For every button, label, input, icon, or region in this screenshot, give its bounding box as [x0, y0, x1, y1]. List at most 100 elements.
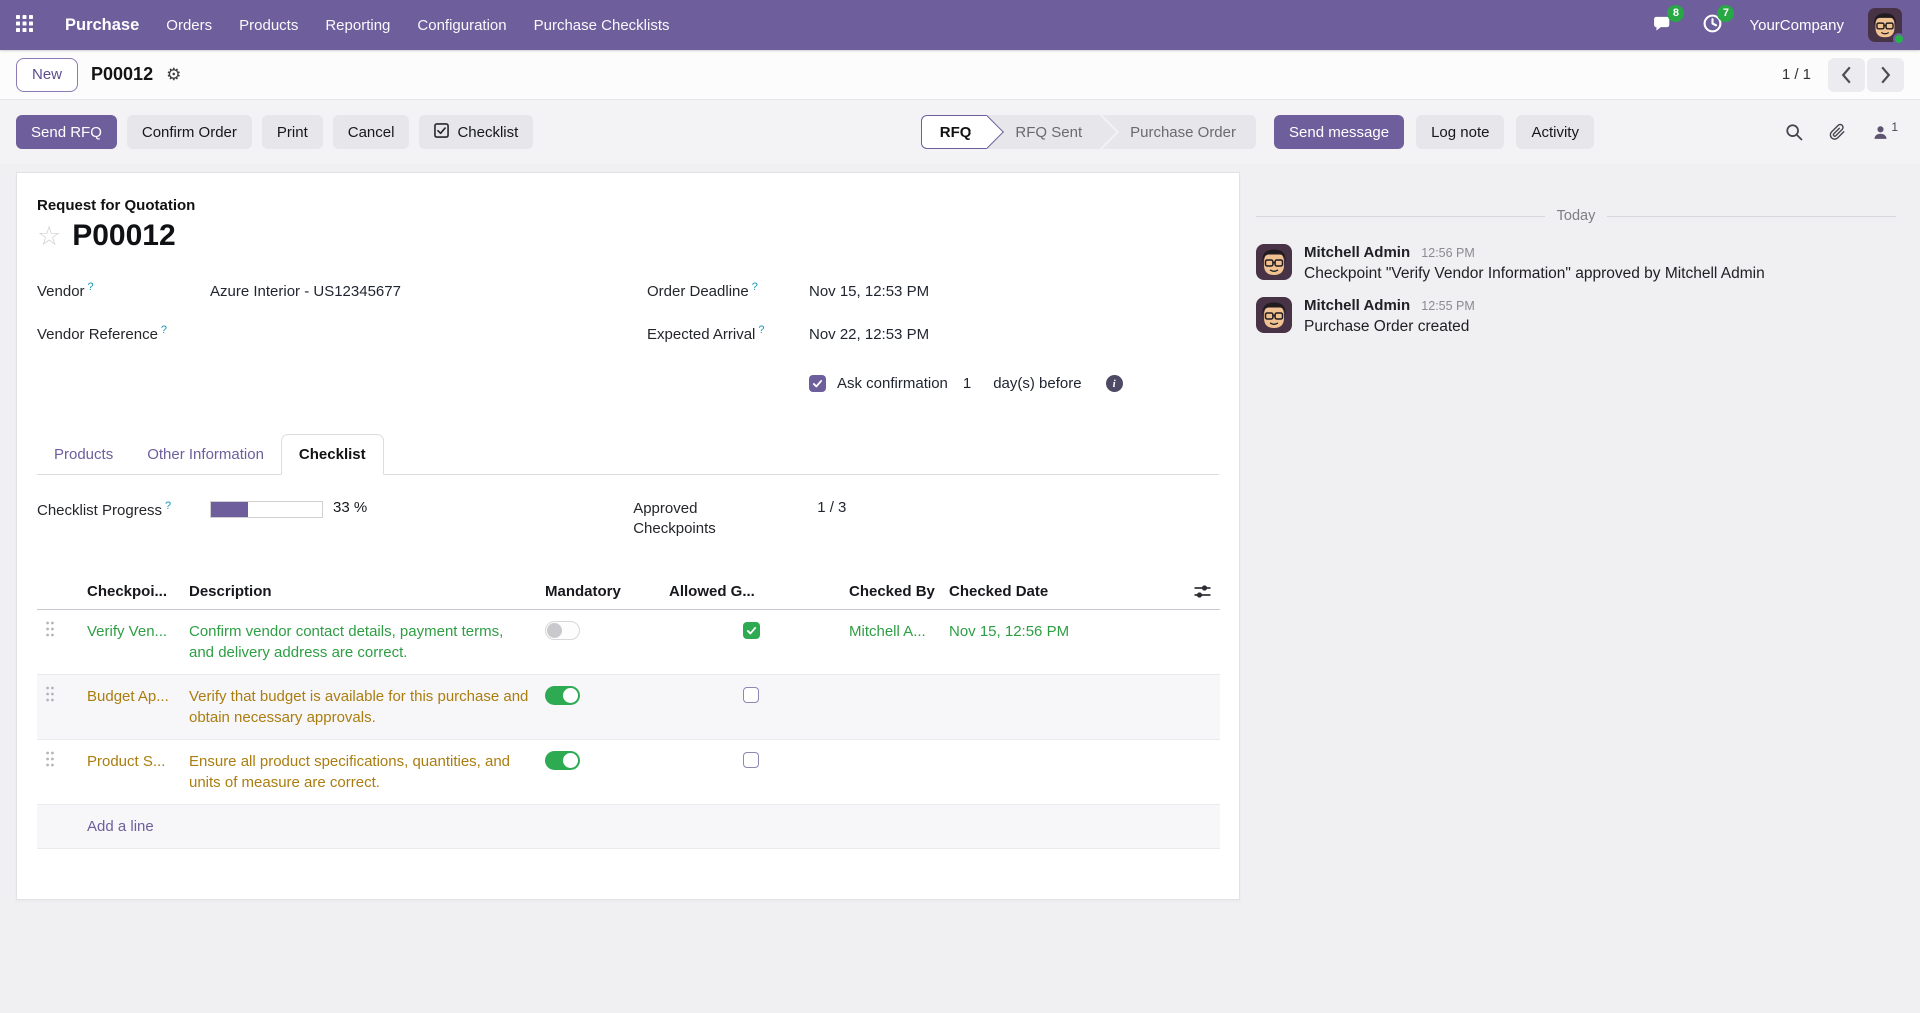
- checkpoint-description-cell[interactable]: Confirm vendor contact details, payment …: [181, 609, 537, 674]
- expected-arrival-value[interactable]: Nov 22, 12:53 PM: [809, 326, 929, 343]
- pager-next-button[interactable]: [1867, 58, 1904, 92]
- mandatory-toggle-on[interactable]: [545, 751, 580, 770]
- document-type-label: Request for Quotation: [37, 197, 1219, 214]
- checklist-button-label: Checklist: [457, 124, 518, 141]
- chatter-message: Mitchell Admin 12:55 PM Purchase Order c…: [1256, 297, 1896, 336]
- allowed-group-checkbox-empty[interactable]: [743, 752, 759, 768]
- field-vendor-reference: Vendor Reference?: [37, 324, 627, 348]
- notebook-tabs: Products Other Information Checklist: [37, 434, 1219, 475]
- activities-button[interactable]: 7: [1699, 12, 1725, 38]
- cancel-button[interactable]: Cancel: [333, 115, 410, 149]
- followers-button[interactable]: 1: [1872, 124, 1898, 141]
- optional-columns-button[interactable]: [1193, 584, 1212, 599]
- search-icon: [1785, 123, 1803, 141]
- menu-orders[interactable]: Orders: [166, 17, 212, 34]
- tab-other-information[interactable]: Other Information: [130, 434, 281, 474]
- favorite-star-icon[interactable]: ☆: [37, 223, 61, 250]
- chatter-panel: Today Mitchell Admin 12:56 PM Checkpoint…: [1240, 172, 1904, 336]
- menu-purchase-checklists[interactable]: Purchase Checklists: [534, 17, 670, 34]
- chevron-right-icon: [1880, 66, 1891, 84]
- approved-checkpoints-label: Approved Checkpoints: [633, 499, 755, 540]
- record-title[interactable]: P00012: [72, 219, 175, 253]
- print-button[interactable]: Print: [262, 115, 323, 149]
- checkpoint-name-cell[interactable]: Product S...: [79, 739, 181, 804]
- ask-confirmation-checkbox[interactable]: [809, 375, 826, 392]
- menu-reporting[interactable]: Reporting: [325, 17, 390, 34]
- checklist-row-budget-approval: Budget Ap... Verify that budget is avail…: [37, 674, 1220, 739]
- checkpoint-description-cell[interactable]: Ensure all product specifications, quant…: [181, 739, 537, 804]
- allowed-group-checkbox-empty[interactable]: [743, 687, 759, 703]
- control-panel: Send RFQ Confirm Order Print Cancel Chec…: [0, 100, 1920, 164]
- column-allowed-group[interactable]: Allowed G...: [661, 574, 841, 610]
- column-checkpoint[interactable]: Checkpoi...: [79, 574, 181, 610]
- field-order-deadline: Order Deadline? Nov 15, 12:53 PM: [647, 281, 1219, 305]
- checked-date-cell: Nov 15, 12:56 PM: [941, 609, 1111, 674]
- add-a-line-link[interactable]: Add a line: [79, 804, 1220, 848]
- app-brand[interactable]: Purchase: [65, 16, 139, 35]
- send-message-button[interactable]: Send message: [1274, 115, 1404, 149]
- drag-handle[interactable]: [45, 689, 55, 706]
- actions-gear-icon[interactable]: ⚙: [166, 66, 181, 83]
- sliders-icon: [1193, 584, 1212, 599]
- help-marker: ?: [758, 324, 764, 336]
- message-body: Purchase Order created: [1304, 318, 1475, 336]
- log-note-button[interactable]: Log note: [1416, 115, 1504, 149]
- order-deadline-value[interactable]: Nov 15, 12:53 PM: [809, 283, 929, 300]
- search-messages-button[interactable]: [1785, 123, 1803, 141]
- menu-products[interactable]: Products: [239, 17, 298, 34]
- ask-confirmation-days-value[interactable]: 1: [963, 375, 971, 392]
- message-body: Checkpoint "Verify Vendor Information" a…: [1304, 265, 1765, 283]
- new-button[interactable]: New: [16, 58, 78, 92]
- apps-menu-button[interactable]: [0, 0, 48, 50]
- tab-checklist[interactable]: Checklist: [281, 434, 384, 475]
- chevron-left-icon: [1841, 66, 1852, 84]
- checklist-progress-section: Checklist Progress? 33 % Approved Checkp…: [37, 499, 1219, 540]
- top-navbar: Purchase Orders Products Reporting Confi…: [0, 0, 1920, 50]
- checklist-button[interactable]: Checklist: [419, 115, 533, 149]
- messages-badge: 8: [1667, 5, 1684, 22]
- user-menu-avatar[interactable]: [1868, 8, 1902, 42]
- activity-button[interactable]: Activity: [1516, 115, 1594, 149]
- message-author-avatar: [1256, 244, 1292, 280]
- checked-by-cell: [841, 674, 941, 739]
- checked-by-cell: Mitchell A...: [841, 609, 941, 674]
- field-ask-confirmation: Ask confirmation 1 day(s) before i: [809, 375, 1219, 392]
- column-checked-by[interactable]: Checked By: [841, 574, 941, 610]
- drag-handle[interactable]: [45, 624, 55, 641]
- message-time: 12:56 PM: [1421, 246, 1475, 260]
- allowed-group-checkbox-checked[interactable]: [743, 622, 760, 639]
- messages-button[interactable]: 8: [1649, 12, 1675, 38]
- tab-products[interactable]: Products: [37, 434, 130, 474]
- column-mandatory[interactable]: Mandatory: [537, 574, 661, 610]
- status-step-purchase-order[interactable]: Purchase Order: [1102, 115, 1256, 149]
- pager-counter: 1 / 1: [1782, 66, 1811, 83]
- confirm-order-button[interactable]: Confirm Order: [127, 115, 252, 149]
- checkpoint-description-cell[interactable]: Verify that budget is available for this…: [181, 674, 537, 739]
- followers-count: 1: [1891, 120, 1898, 134]
- message-author: Mitchell Admin: [1304, 244, 1410, 261]
- drag-handle[interactable]: [45, 754, 55, 771]
- checkpoint-name-cell[interactable]: Budget Ap...: [79, 674, 181, 739]
- breadcrumb: New P00012 ⚙ 1 / 1: [0, 50, 1920, 100]
- column-description[interactable]: Description: [181, 574, 537, 610]
- status-step-rfq-sent[interactable]: RFQ Sent: [987, 115, 1102, 149]
- approved-checkpoints-value: 1 / 3: [817, 499, 846, 516]
- vendor-value[interactable]: Azure Interior - US12345677: [210, 283, 401, 300]
- menu-configuration[interactable]: Configuration: [417, 17, 506, 34]
- info-icon: i: [1106, 375, 1123, 392]
- column-checked-date[interactable]: Checked Date: [941, 574, 1111, 610]
- send-rfq-button[interactable]: Send RFQ: [16, 115, 117, 149]
- attachments-button[interactable]: [1829, 123, 1846, 141]
- order-deadline-label: Order Deadline?: [647, 281, 809, 300]
- status-step-rfq[interactable]: RFQ: [921, 115, 988, 149]
- pager-previous-button[interactable]: [1828, 58, 1865, 92]
- vendor-reference-label: Vendor Reference?: [37, 324, 210, 343]
- checkpoint-name-cell[interactable]: Verify Ven...: [79, 609, 181, 674]
- checklist-progress-fill: [211, 502, 248, 517]
- mandatory-toggle-off[interactable]: [545, 621, 580, 640]
- checked-by-cell: [841, 739, 941, 804]
- check-icon: [812, 378, 823, 389]
- mandatory-toggle-on[interactable]: [545, 686, 580, 705]
- company-switcher[interactable]: YourCompany: [1749, 17, 1844, 34]
- help-marker: ?: [161, 324, 167, 336]
